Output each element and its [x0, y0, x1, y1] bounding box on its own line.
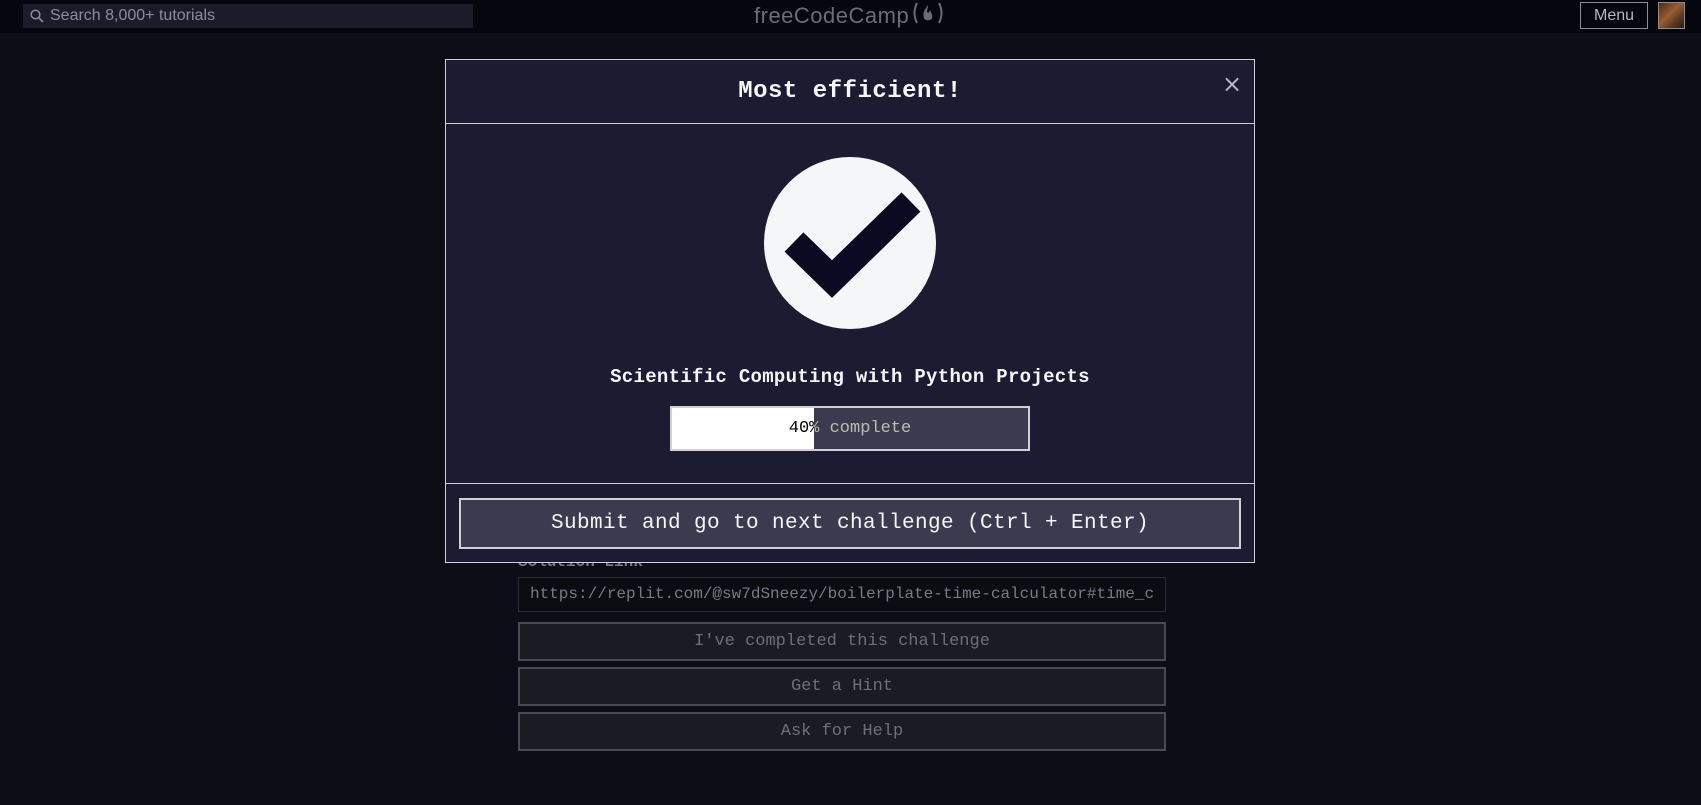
modal-header: Most efficient! × — [446, 60, 1254, 124]
modal-footer: Submit and go to next challenge (Ctrl + … — [446, 483, 1254, 563]
user-avatar[interactable] — [1658, 2, 1685, 29]
modal-overlay: Most efficient! × Scientific Computing w… — [0, 33, 1701, 805]
progress-text: 40% complete — [788, 419, 912, 438]
freecodecamp-logo[interactable]: freeCodeCamp — [754, 1, 945, 31]
submit-next-challenge-button[interactable]: Submit and go to next challenge (Ctrl + … — [459, 498, 1241, 549]
search-icon — [30, 9, 44, 23]
close-icon[interactable]: × — [1222, 72, 1242, 96]
progress-bar: 40% complete — [670, 406, 1030, 451]
menu-button[interactable]: Menu — [1580, 2, 1648, 29]
modal-title: Most efficient! — [738, 78, 962, 105]
certification-title: Scientific Computing with Python Project… — [610, 366, 1090, 388]
search-placeholder[interactable]: Search 8,000+ tutorials — [50, 4, 215, 28]
logo-text: freeCodeCamp — [754, 3, 910, 28]
completion-modal: Most efficient! × Scientific Computing w… — [445, 59, 1255, 563]
search-bar[interactable]: Search 8,000+ tutorials — [23, 4, 473, 28]
flame-icon — [911, 1, 945, 31]
page: Search 8,000+ tutorials freeCodeCamp Men… — [0, 0, 1701, 805]
top-navbar: Search 8,000+ tutorials freeCodeCamp Men… — [0, 0, 1701, 33]
checkmark-icon — [764, 157, 936, 329]
